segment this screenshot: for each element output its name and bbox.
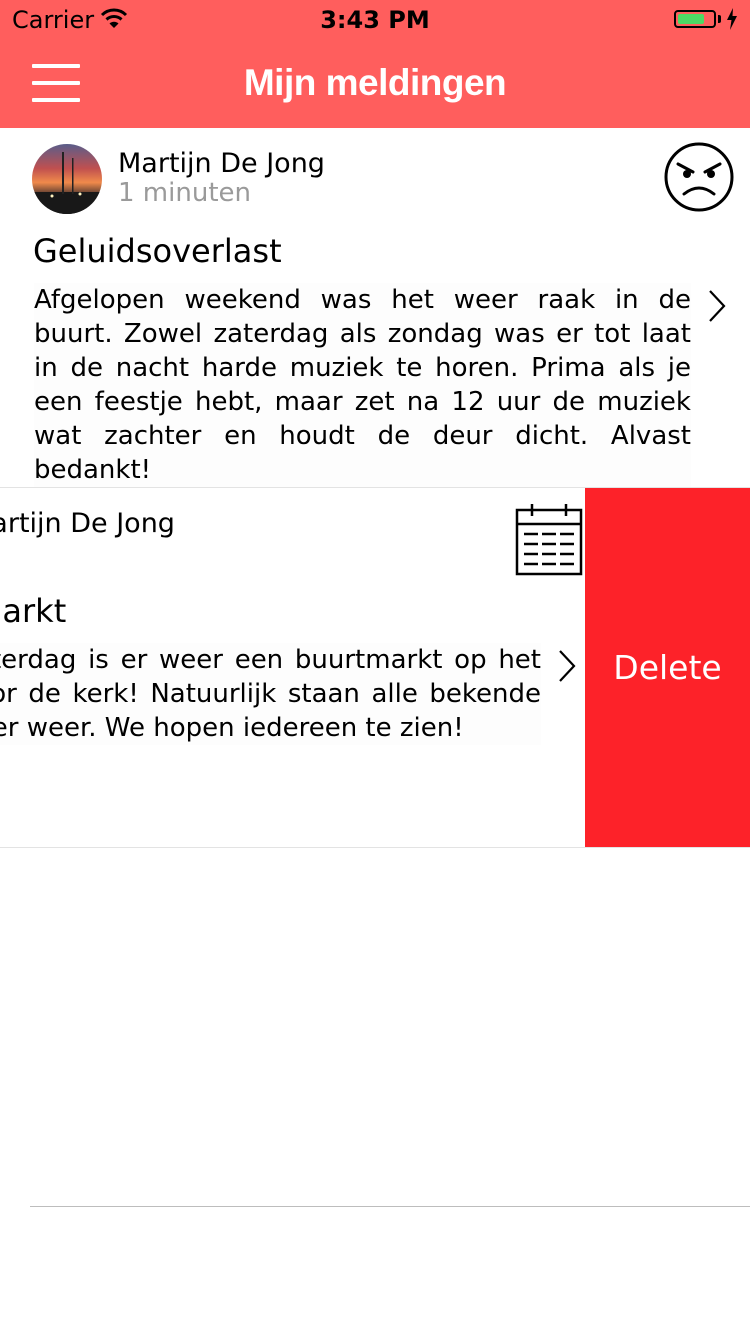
- notification-content[interactable]: Martijn De Jong 1 minuten Geluidsoverlas…: [0, 128, 750, 487]
- timestamp: 1 minuten: [118, 178, 251, 208]
- chevron-right-icon[interactable]: [556, 648, 578, 684]
- notification-cell[interactable]: Martijn De Jong 1 minuten Geluidsoverlas…: [0, 128, 750, 488]
- avatar: [32, 144, 102, 214]
- author-name: Martijn De Jong: [0, 508, 175, 539]
- notification-title: Buurtmarkt: [0, 592, 67, 630]
- author-name: Martijn De Jong: [118, 148, 325, 179]
- notification-body: Afgelopen weekend was het weer raak in d…: [34, 283, 691, 487]
- navigation-bar: Mijn meldingen: [0, 40, 750, 128]
- notification-content[interactable]: Martijn De Jong Buurtmarkt Deze zaterdag…: [0, 488, 600, 847]
- chevron-right-icon[interactable]: [706, 288, 728, 324]
- divider: [30, 1206, 750, 1207]
- app-header: Carrier 3:43 PM Mijn meldingen: [0, 0, 750, 128]
- angry-face-icon: [664, 142, 734, 212]
- page-title: Mijn meldingen: [243, 62, 507, 103]
- calendar-icon: [515, 504, 583, 576]
- battery-level: [678, 14, 704, 24]
- notification-title: Geluidsoverlast: [33, 232, 282, 270]
- battery-icon: [674, 10, 716, 28]
- status-time: 3:43 PM: [320, 6, 430, 34]
- notification-cell-swiped[interactable]: Martijn De Jong Buurtmarkt Deze zaterdag…: [0, 488, 750, 848]
- delete-button[interactable]: Delete: [585, 488, 750, 847]
- status-bar: Carrier 3:43 PM: [0, 0, 750, 40]
- charging-bolt-icon: [727, 8, 737, 30]
- battery-tip: [718, 15, 721, 23]
- notification-body: Deze zaterdag is er weer een buurtmarkt …: [0, 643, 541, 745]
